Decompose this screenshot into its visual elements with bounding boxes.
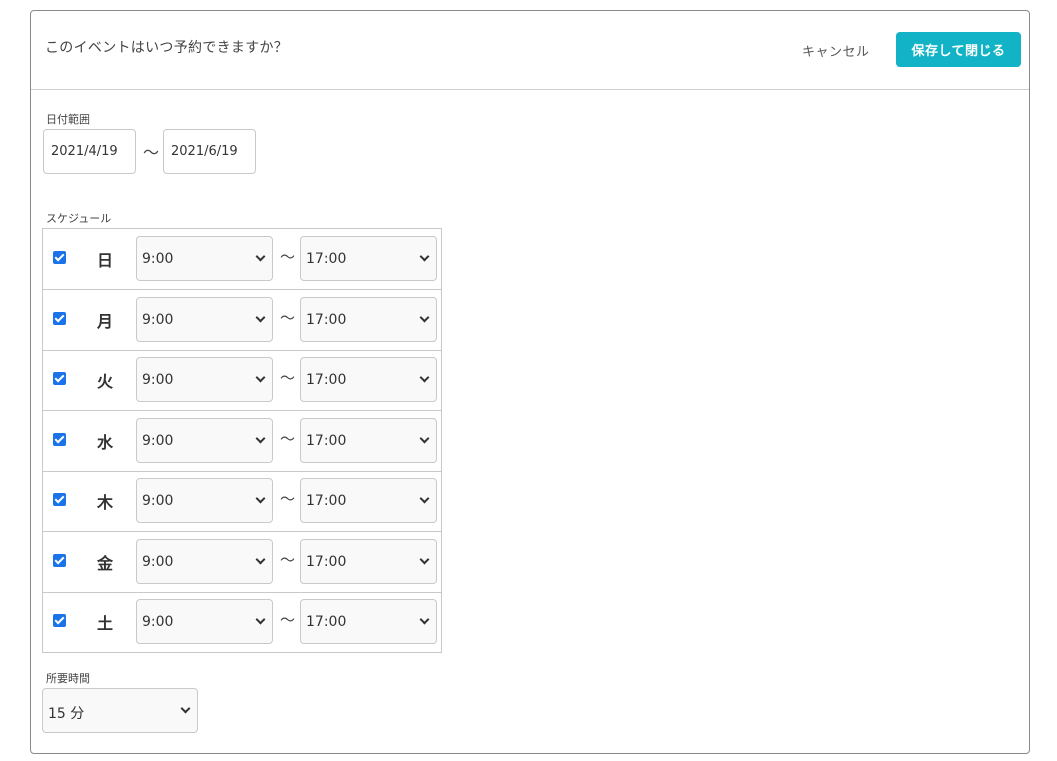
start-date-input[interactable] [43, 129, 136, 174]
chevron-down-icon [419, 554, 430, 565]
cancel-button[interactable]: キャンセル [802, 41, 870, 60]
start-time-select[interactable]: 9:00 [136, 418, 273, 463]
chevron-down-icon [419, 372, 430, 383]
start-time-value: 9:00 [142, 251, 174, 267]
start-time-select[interactable]: 9:00 [136, 478, 273, 523]
time-separator: 〜 [280, 369, 296, 387]
duration-value: 15 分 [48, 706, 85, 722]
start-time-value: 9:00 [142, 312, 174, 328]
schedule-row: 土 9:00 〜 17:00 [43, 592, 441, 653]
day-checkbox[interactable] [53, 554, 66, 567]
day-label: 日 [97, 251, 114, 270]
chevron-down-icon [419, 614, 430, 625]
end-time-value: 17:00 [306, 493, 347, 509]
start-time-select[interactable]: 9:00 [136, 539, 273, 584]
chevron-down-icon [419, 312, 430, 323]
schedule-table: 日 9:00 〜 17:00 月 9:00 〜 17:00 火 9:00 〜 1… [42, 228, 442, 653]
end-time-value: 17:00 [306, 312, 347, 328]
start-time-select[interactable]: 9:00 [136, 599, 273, 644]
end-time-value: 17:00 [306, 614, 347, 630]
chevron-down-icon [255, 433, 266, 444]
end-time-value: 17:00 [306, 251, 347, 267]
time-separator: 〜 [280, 551, 296, 569]
start-time-select[interactable]: 9:00 [136, 357, 273, 402]
end-time-value: 17:00 [306, 433, 347, 449]
start-time-value: 9:00 [142, 372, 174, 388]
chevron-down-icon [180, 703, 191, 714]
schedule-label: スケジュール [46, 212, 112, 225]
chevron-down-icon [255, 614, 266, 625]
chevron-down-icon [419, 433, 430, 444]
chevron-down-icon [419, 251, 430, 262]
time-separator: 〜 [280, 430, 296, 448]
schedule-row: 火 9:00 〜 17:00 [43, 350, 441, 411]
end-time-select[interactable]: 17:00 [300, 599, 437, 644]
day-checkbox[interactable] [53, 433, 66, 446]
start-time-value: 9:00 [142, 493, 174, 509]
date-range-label: 日付範囲 [46, 113, 90, 126]
day-label: 水 [97, 433, 114, 452]
end-time-value: 17:00 [306, 372, 347, 388]
duration-label: 所要時間 [46, 672, 90, 685]
time-separator: 〜 [280, 611, 296, 629]
schedule-row: 月 9:00 〜 17:00 [43, 290, 441, 351]
dialog-header: このイベントはいつ予約できますか？ キャンセル 保存して閉じる [31, 11, 1029, 90]
start-time-select[interactable]: 9:00 [136, 236, 273, 281]
day-checkbox[interactable] [53, 312, 66, 325]
end-time-select[interactable]: 17:00 [300, 357, 437, 402]
availability-dialog: このイベントはいつ予約できますか？ キャンセル 保存して閉じる 日付範囲 〜 ス… [30, 10, 1030, 754]
chevron-down-icon [255, 312, 266, 323]
chevron-down-icon [255, 493, 266, 504]
day-label: 木 [97, 493, 114, 512]
chevron-down-icon [255, 251, 266, 262]
day-label: 月 [97, 312, 114, 331]
date-range-separator: 〜 [143, 143, 160, 162]
end-time-select[interactable]: 17:00 [300, 297, 437, 342]
time-separator: 〜 [280, 309, 296, 327]
chevron-down-icon [255, 372, 266, 383]
start-time-value: 9:00 [142, 614, 174, 630]
chevron-down-icon [419, 493, 430, 504]
day-checkbox[interactable] [53, 493, 66, 506]
schedule-row: 水 9:00 〜 17:00 [43, 411, 441, 472]
end-time-select[interactable]: 17:00 [300, 478, 437, 523]
chevron-down-icon [255, 554, 266, 565]
save-and-close-button[interactable]: 保存して閉じる [896, 32, 1021, 67]
end-time-select[interactable]: 17:00 [300, 236, 437, 281]
day-checkbox[interactable] [53, 251, 66, 264]
schedule-row: 木 9:00 〜 17:00 [43, 471, 441, 532]
day-checkbox[interactable] [53, 372, 66, 385]
dialog-title: このイベントはいつ予約できますか？ [45, 40, 289, 56]
schedule-row: 日 9:00 〜 17:00 [43, 229, 441, 290]
day-label: 金 [97, 554, 114, 573]
end-time-value: 17:00 [306, 554, 347, 570]
day-label: 火 [97, 372, 114, 391]
duration-select[interactable]: 15 分 [42, 688, 198, 733]
start-time-value: 9:00 [142, 554, 174, 570]
schedule-row: 金 9:00 〜 17:00 [43, 532, 441, 593]
time-separator: 〜 [280, 248, 296, 266]
day-label: 土 [97, 614, 114, 633]
time-separator: 〜 [280, 490, 296, 508]
day-checkbox[interactable] [53, 614, 66, 627]
end-time-select[interactable]: 17:00 [300, 539, 437, 584]
end-time-select[interactable]: 17:00 [300, 418, 437, 463]
end-date-input[interactable] [163, 129, 256, 174]
start-time-select[interactable]: 9:00 [136, 297, 273, 342]
start-time-value: 9:00 [142, 433, 174, 449]
